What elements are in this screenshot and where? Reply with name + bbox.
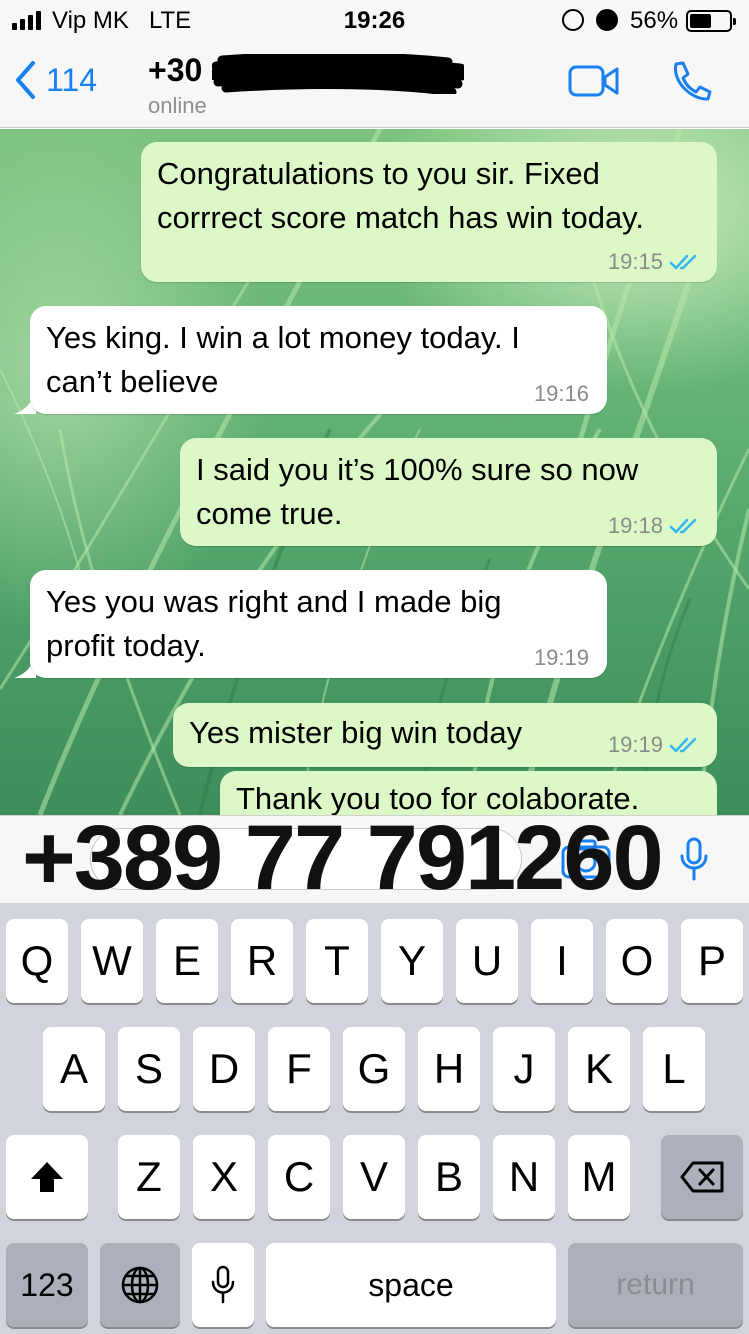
key-n[interactable]: N bbox=[493, 1135, 555, 1219]
key-y[interactable]: Y bbox=[381, 919, 443, 1003]
key-k[interactable]: K bbox=[568, 1027, 630, 1111]
message-text: Yes king. I win a lot money today. I bbox=[46, 320, 520, 355]
key-g[interactable]: G bbox=[343, 1027, 405, 1111]
shift-icon bbox=[31, 1162, 63, 1192]
key-c[interactable]: C bbox=[268, 1135, 330, 1219]
video-call-icon[interactable] bbox=[568, 64, 620, 98]
message-time: 19:16 bbox=[533, 381, 589, 406]
backspace-key[interactable] bbox=[661, 1135, 743, 1219]
message-meta: 19:15 bbox=[608, 250, 699, 274]
key-z[interactable]: Z bbox=[118, 1135, 180, 1219]
dictation-key[interactable] bbox=[192, 1243, 254, 1327]
message-text: profit today. bbox=[46, 628, 206, 663]
key-u[interactable]: U bbox=[456, 919, 518, 1003]
double-check-icon bbox=[669, 518, 697, 534]
alarm-icon bbox=[596, 9, 618, 31]
backspace-icon bbox=[680, 1161, 724, 1193]
key-e[interactable]: E bbox=[156, 919, 218, 1003]
message-text: I said you it’s 100% sure so now bbox=[196, 452, 639, 487]
numbers-key[interactable]: 123 bbox=[6, 1243, 88, 1327]
key-v[interactable]: V bbox=[343, 1135, 405, 1219]
message-bubble-outgoing[interactable]: Yes mister big win today 19:19 bbox=[173, 703, 717, 767]
message-text: Yes you was right and I made big bbox=[46, 584, 502, 619]
contact-info[interactable]: +30 online bbox=[148, 52, 207, 119]
status-bar: Vip MK LTE 19:26 56% bbox=[0, 0, 749, 40]
chat-area: Congratulations to you sir. Fixed corrre… bbox=[0, 129, 749, 815]
contact-status: online bbox=[148, 93, 207, 118]
globe-key[interactable] bbox=[100, 1243, 180, 1327]
battery-percent: 56% bbox=[630, 7, 679, 34]
redaction-scribble bbox=[212, 54, 464, 94]
message-bubble-incoming[interactable]: Yes king. I win a lot money today. I can… bbox=[30, 306, 607, 414]
key-x[interactable]: X bbox=[193, 1135, 255, 1219]
chat-header: 114 +30 online bbox=[0, 40, 749, 128]
key-t[interactable]: T bbox=[306, 919, 368, 1003]
double-check-icon bbox=[669, 737, 697, 753]
key-m[interactable]: M bbox=[568, 1135, 630, 1219]
battery-icon bbox=[686, 10, 736, 32]
key-r[interactable]: R bbox=[231, 919, 293, 1003]
voice-call-icon[interactable] bbox=[668, 60, 712, 102]
message-time: 19:18 bbox=[607, 513, 663, 538]
contact-name: +30 bbox=[148, 52, 203, 88]
message-time: 19:19 bbox=[607, 732, 663, 757]
key-o[interactable]: O bbox=[606, 919, 668, 1003]
globe-icon bbox=[121, 1266, 159, 1304]
message-text: can’t believe bbox=[46, 364, 219, 399]
key-q[interactable]: Q bbox=[6, 919, 68, 1003]
key-j[interactable]: J bbox=[493, 1027, 555, 1111]
message-text: Congratulations to you sir. Fixed bbox=[157, 156, 600, 191]
message-time: 19:19 bbox=[533, 645, 589, 670]
key-b[interactable]: B bbox=[418, 1135, 480, 1219]
key-s[interactable]: S bbox=[118, 1027, 180, 1111]
key-w[interactable]: W bbox=[81, 919, 143, 1003]
chevron-left-icon bbox=[16, 61, 35, 99]
key-d[interactable]: D bbox=[193, 1027, 255, 1111]
key-h[interactable]: H bbox=[418, 1027, 480, 1111]
key-l[interactable]: L bbox=[643, 1027, 705, 1111]
message-time: 19:15 bbox=[607, 249, 663, 274]
back-button[interactable]: 114 bbox=[14, 60, 97, 100]
key-a[interactable]: A bbox=[43, 1027, 105, 1111]
return-key[interactable]: return bbox=[568, 1243, 743, 1327]
microphone-icon bbox=[211, 1265, 235, 1304]
message-text: corrrect score match has win today. bbox=[157, 200, 644, 235]
keyboard: Q W E R T Y U I O P A S D F G H J K L Z … bbox=[0, 903, 749, 1334]
rotation-lock-icon bbox=[562, 9, 584, 31]
message-bubble-outgoing[interactable]: I said you it’s 100% sure so now come tr… bbox=[180, 438, 717, 546]
shift-key[interactable] bbox=[6, 1135, 88, 1219]
back-count: 114 bbox=[46, 61, 98, 98]
message-bubble-incoming[interactable]: Yes you was right and I made big profit … bbox=[30, 570, 607, 678]
message-bubble-outgoing[interactable]: Congratulations to you sir. Fixed corrre… bbox=[141, 142, 717, 282]
message-meta: 19:16 bbox=[534, 382, 589, 406]
key-f[interactable]: F bbox=[268, 1027, 330, 1111]
message-meta: 19:19 bbox=[608, 733, 699, 757]
message-meta: 19:18 bbox=[608, 514, 699, 538]
key-i[interactable]: I bbox=[531, 919, 593, 1003]
microphone-icon[interactable] bbox=[678, 836, 710, 882]
message-meta: 19:19 bbox=[534, 646, 589, 670]
space-key[interactable]: space bbox=[266, 1243, 556, 1327]
double-check-icon bbox=[669, 254, 697, 270]
overlay-phone-number: +389 77 791260 bbox=[22, 807, 664, 909]
key-p[interactable]: P bbox=[681, 919, 743, 1003]
